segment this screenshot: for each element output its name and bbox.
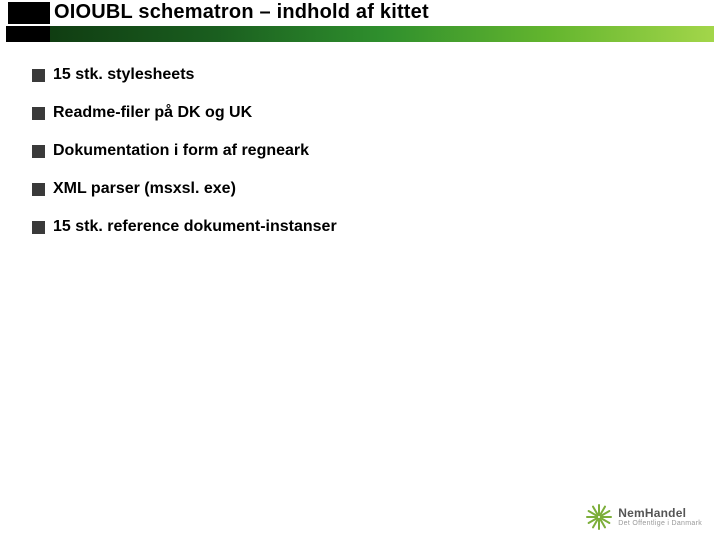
header-strip-left	[6, 26, 50, 42]
list-item-label: 15 stk. reference dokument-instanser	[53, 218, 337, 236]
bullet-icon	[32, 145, 45, 158]
logo-burst-icon	[586, 504, 612, 530]
slide: OIOUBL schematron – indhold af kittet 15…	[0, 0, 720, 540]
list-item-label: Dokumentation i form af regneark	[53, 142, 309, 160]
header: OIOUBL schematron – indhold af kittet	[0, 0, 720, 44]
list-item: XML parser (msxsl. exe)	[32, 180, 688, 198]
bullet-icon	[32, 69, 45, 82]
list-item-label: 15 stk. stylesheets	[53, 66, 194, 84]
bullet-icon	[32, 107, 45, 120]
slide-title: OIOUBL schematron – indhold af kittet	[54, 1, 429, 24]
list-item: 15 stk. stylesheets	[32, 66, 688, 84]
list-item: Readme-filer på DK og UK	[32, 104, 688, 122]
bullet-icon	[32, 183, 45, 196]
logo-name: NemHandel	[618, 507, 702, 519]
list-item: 15 stk. reference dokument-instanser	[32, 218, 688, 236]
footer-logo: NemHandel Det Offentlige i Danmark	[586, 504, 702, 530]
content-area: 15 stk. stylesheets Readme-filer på DK o…	[32, 66, 688, 256]
logo-text: NemHandel Det Offentlige i Danmark	[618, 507, 702, 527]
list-item-label: XML parser (msxsl. exe)	[53, 180, 236, 198]
bullet-icon	[32, 221, 45, 234]
header-black-box	[8, 2, 50, 24]
list-item-label: Readme-filer på DK og UK	[53, 104, 252, 122]
logo-subtext: Det Offentlige i Danmark	[618, 520, 702, 527]
list-item: Dokumentation i form af regneark	[32, 142, 688, 160]
header-strip	[6, 26, 714, 42]
header-strip-gradient	[50, 26, 714, 42]
